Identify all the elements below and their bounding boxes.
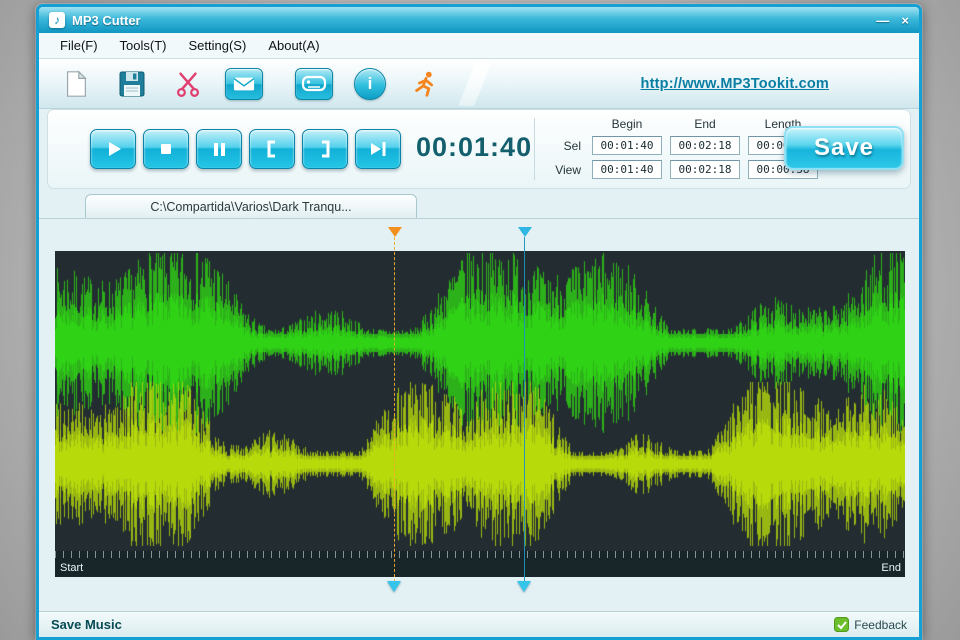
mail-tile — [225, 68, 263, 100]
time-display: 00:01:40 — [416, 132, 528, 163]
feedback-link[interactable]: Feedback — [834, 617, 907, 632]
stop-button[interactable] — [143, 129, 189, 169]
run-button[interactable] — [405, 64, 447, 104]
row-label-view: View — [546, 163, 584, 177]
file-tab[interactable]: C:\Compartida\Varios\Dark Tranqu... — [85, 194, 417, 218]
waveform-area[interactable] — [55, 251, 905, 551]
mark-end-icon — [313, 137, 337, 161]
pause-icon — [207, 137, 231, 161]
toolbar: i http://www.MP3Tookit.com — [39, 59, 919, 109]
view-end-field[interactable]: 00:02:18 — [670, 160, 740, 179]
recorder-button[interactable] — [293, 64, 335, 104]
mark-begin-button[interactable] — [249, 129, 295, 169]
menu-about[interactable]: About(A) — [259, 35, 328, 56]
play-selection-icon — [366, 137, 390, 161]
recorder-tile — [295, 68, 333, 100]
app-icon: ♪ — [49, 12, 65, 28]
play-icon — [101, 137, 125, 161]
info-icon: i — [354, 68, 386, 100]
window-title: MP3 Cutter — [72, 13, 141, 28]
title-bar: ♪ MP3 Cutter — × — [39, 7, 919, 33]
menu-tools[interactable]: Tools(T) — [111, 35, 176, 56]
close-button[interactable]: × — [901, 13, 909, 28]
header-begin: Begin — [592, 117, 662, 131]
save-button[interactable]: Save — [784, 126, 904, 170]
timeline-ruler: Start End — [55, 551, 905, 577]
cut-button[interactable] — [167, 64, 209, 104]
status-text: Save Music — [51, 617, 122, 632]
begin-marker-handle-icon[interactable] — [387, 581, 401, 592]
app-window: ♪ MP3 Cutter — × File(F) Tools(T) Settin… — [36, 4, 922, 640]
view-begin-field[interactable]: 00:01:40 — [592, 160, 662, 179]
pause-button[interactable] — [196, 129, 242, 169]
feedback-icon — [834, 617, 849, 632]
controls-panel: 00:01:40 Begin End Length Sel 00:01:40 0… — [47, 109, 911, 189]
tab-row: C:\Compartida\Varios\Dark Tranqu... — [39, 193, 919, 219]
scissors-icon — [173, 69, 203, 99]
selection-table: Begin End Length Sel 00:01:40 00:02:18 0… — [546, 117, 818, 179]
website-link[interactable]: http://www.MP3Tookit.com — [641, 76, 829, 92]
info-button[interactable]: i — [349, 64, 391, 104]
toolbar-separator — [458, 62, 492, 106]
controls-divider — [534, 118, 535, 180]
play-selection-button[interactable] — [355, 129, 401, 169]
sel-begin-field[interactable]: 00:01:40 — [592, 136, 662, 155]
stop-icon — [154, 137, 178, 161]
end-marker-flag-icon — [518, 227, 532, 237]
play-button[interactable] — [90, 129, 136, 169]
transport-controls — [90, 129, 401, 169]
selection-begin-marker[interactable] — [394, 237, 395, 587]
timeline-start-label: Start — [60, 562, 83, 574]
menu-file[interactable]: File(F) — [51, 35, 107, 56]
begin-marker-flag-icon — [388, 227, 402, 237]
save-file-button[interactable] — [111, 64, 153, 104]
mail-button[interactable] — [223, 64, 265, 104]
header-end: End — [670, 117, 740, 131]
row-label-sel: Sel — [546, 139, 584, 153]
menu-bar: File(F) Tools(T) Setting(S) About(A) — [39, 33, 919, 59]
new-file-button[interactable] — [55, 64, 97, 104]
new-file-icon — [61, 68, 91, 100]
sel-end-field[interactable]: 00:02:18 — [670, 136, 740, 155]
recorder-icon — [300, 71, 328, 97]
selection-end-marker[interactable] — [524, 237, 525, 587]
mark-begin-icon — [260, 137, 284, 161]
timeline-end-label: End — [881, 562, 901, 574]
save-icon — [116, 68, 148, 100]
waveform-canvas[interactable] — [55, 251, 905, 551]
runner-icon — [411, 69, 441, 99]
feedback-label: Feedback — [854, 618, 907, 632]
minimize-button[interactable]: — — [876, 13, 889, 28]
status-bar: Save Music Feedback — [39, 611, 919, 637]
mail-icon — [230, 73, 258, 95]
mark-end-button[interactable] — [302, 129, 348, 169]
end-marker-handle-icon[interactable] — [517, 581, 531, 592]
menu-setting[interactable]: Setting(S) — [180, 35, 256, 56]
